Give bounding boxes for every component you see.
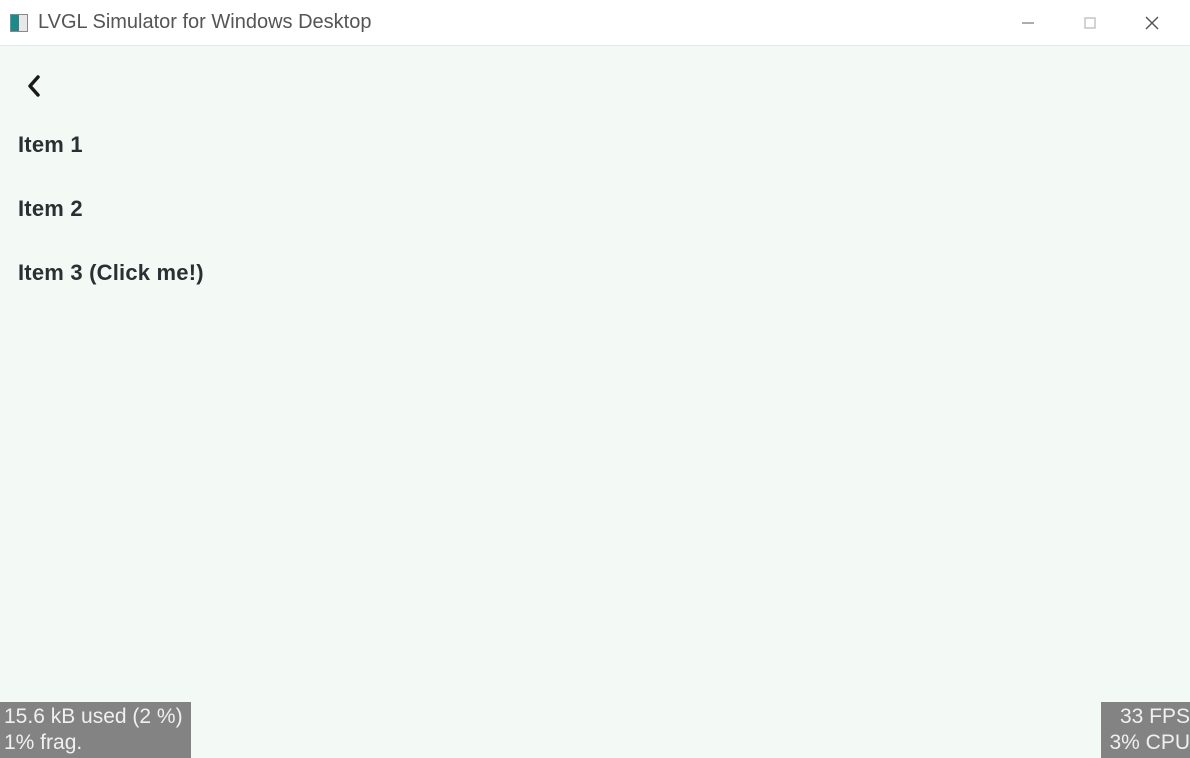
chevron-left-icon [26,75,42,97]
perf-status: 33 FPS 3% CPU [1101,702,1190,758]
cpu-label: 3% CPU [1109,730,1190,756]
titlebar: LVGL Simulator for Windows Desktop [0,0,1190,46]
menu-item-2[interactable]: Item 2 [18,196,204,222]
memory-frag-label: 1% frag. [4,730,183,756]
app-icon [10,14,28,32]
window-controls [1018,13,1180,33]
memory-used-label: 15.6 kB used (2 %) [4,704,183,730]
minimize-button[interactable] [1018,13,1038,33]
window-title: LVGL Simulator for Windows Desktop [38,11,1018,34]
maximize-icon [1083,16,1097,30]
memory-status: 15.6 kB used (2 %) 1% frag. [0,702,191,758]
close-icon [1144,15,1160,31]
close-button[interactable] [1142,13,1162,33]
maximize-button[interactable] [1080,13,1100,33]
fps-label: 33 FPS [1109,704,1190,730]
menu-list: Item 1 Item 2 Item 3 (Click me!) [18,132,204,324]
menu-item-1[interactable]: Item 1 [18,132,204,158]
menu-item-3[interactable]: Item 3 (Click me!) [18,260,204,286]
minimize-icon [1021,16,1035,30]
client-area: Item 1 Item 2 Item 3 (Click me!) 15.6 kB… [0,46,1190,758]
back-button[interactable] [20,72,48,100]
